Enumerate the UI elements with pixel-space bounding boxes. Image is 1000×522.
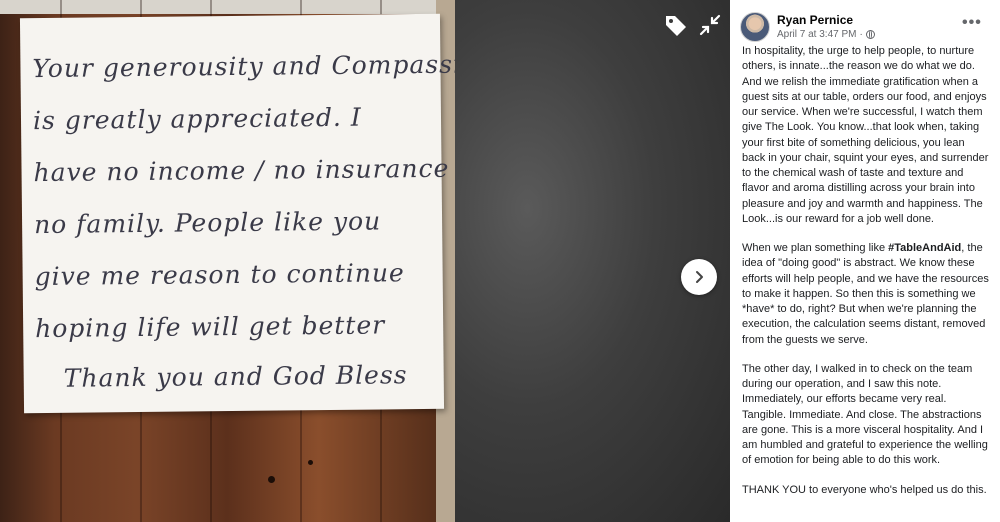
hashtag-link[interactable]: #TableAndAid — [888, 242, 961, 254]
post-text: In hospitality, the urge to help people,… — [742, 44, 990, 512]
collapse-icon[interactable] — [697, 12, 723, 38]
meta-separator: · — [859, 29, 863, 40]
photo-wall-strip — [0, 0, 455, 14]
post-side-panel: Ryan Pernice April 7 at 3:47 PM · ••• In… — [730, 0, 1000, 522]
note-line: hoping life will get better — [35, 310, 386, 344]
more-options-button[interactable]: ••• — [962, 14, 982, 32]
viewer-background — [440, 0, 730, 522]
chevron-right-icon — [696, 271, 703, 283]
post-meta: April 7 at 3:47 PM · — [777, 29, 875, 40]
photo-viewer: Your generousity and Compassion is great… — [0, 0, 730, 522]
post-photo[interactable]: Your generousity and Compassion is great… — [0, 0, 455, 522]
note-line: give me reason to continue — [34, 258, 405, 292]
post-paragraph: In hospitality, the urge to help people,… — [742, 45, 989, 225]
post-paragraph: THANK YOU to everyone who's helped us do… — [742, 483, 987, 496]
post-timestamp[interactable]: April 7 at 3:47 PM — [777, 29, 856, 40]
nail-hole — [268, 476, 275, 483]
note-line: Your generousity and Compassion — [32, 49, 455, 84]
author-name[interactable]: Ryan Pernice — [777, 13, 853, 27]
nail-hole — [308, 460, 313, 465]
handwritten-note: Your generousity and Compassion is great… — [19, 13, 455, 414]
tag-icon[interactable] — [663, 12, 689, 38]
globe-icon[interactable] — [865, 30, 875, 39]
note-line: have no income / no insurance — [33, 153, 450, 188]
note-line: no family. People like you — [33, 206, 382, 240]
note-line: Thank you and God Bless — [63, 360, 408, 393]
avatar[interactable] — [740, 12, 770, 42]
note-line: is greatly appreciated. I — [32, 102, 362, 136]
post-paragraph: The other day, I walked in to check on t… — [742, 362, 988, 467]
post-paragraph: When we plan something like #TableAndAid… — [742, 242, 989, 346]
next-photo-button[interactable] — [681, 259, 717, 295]
